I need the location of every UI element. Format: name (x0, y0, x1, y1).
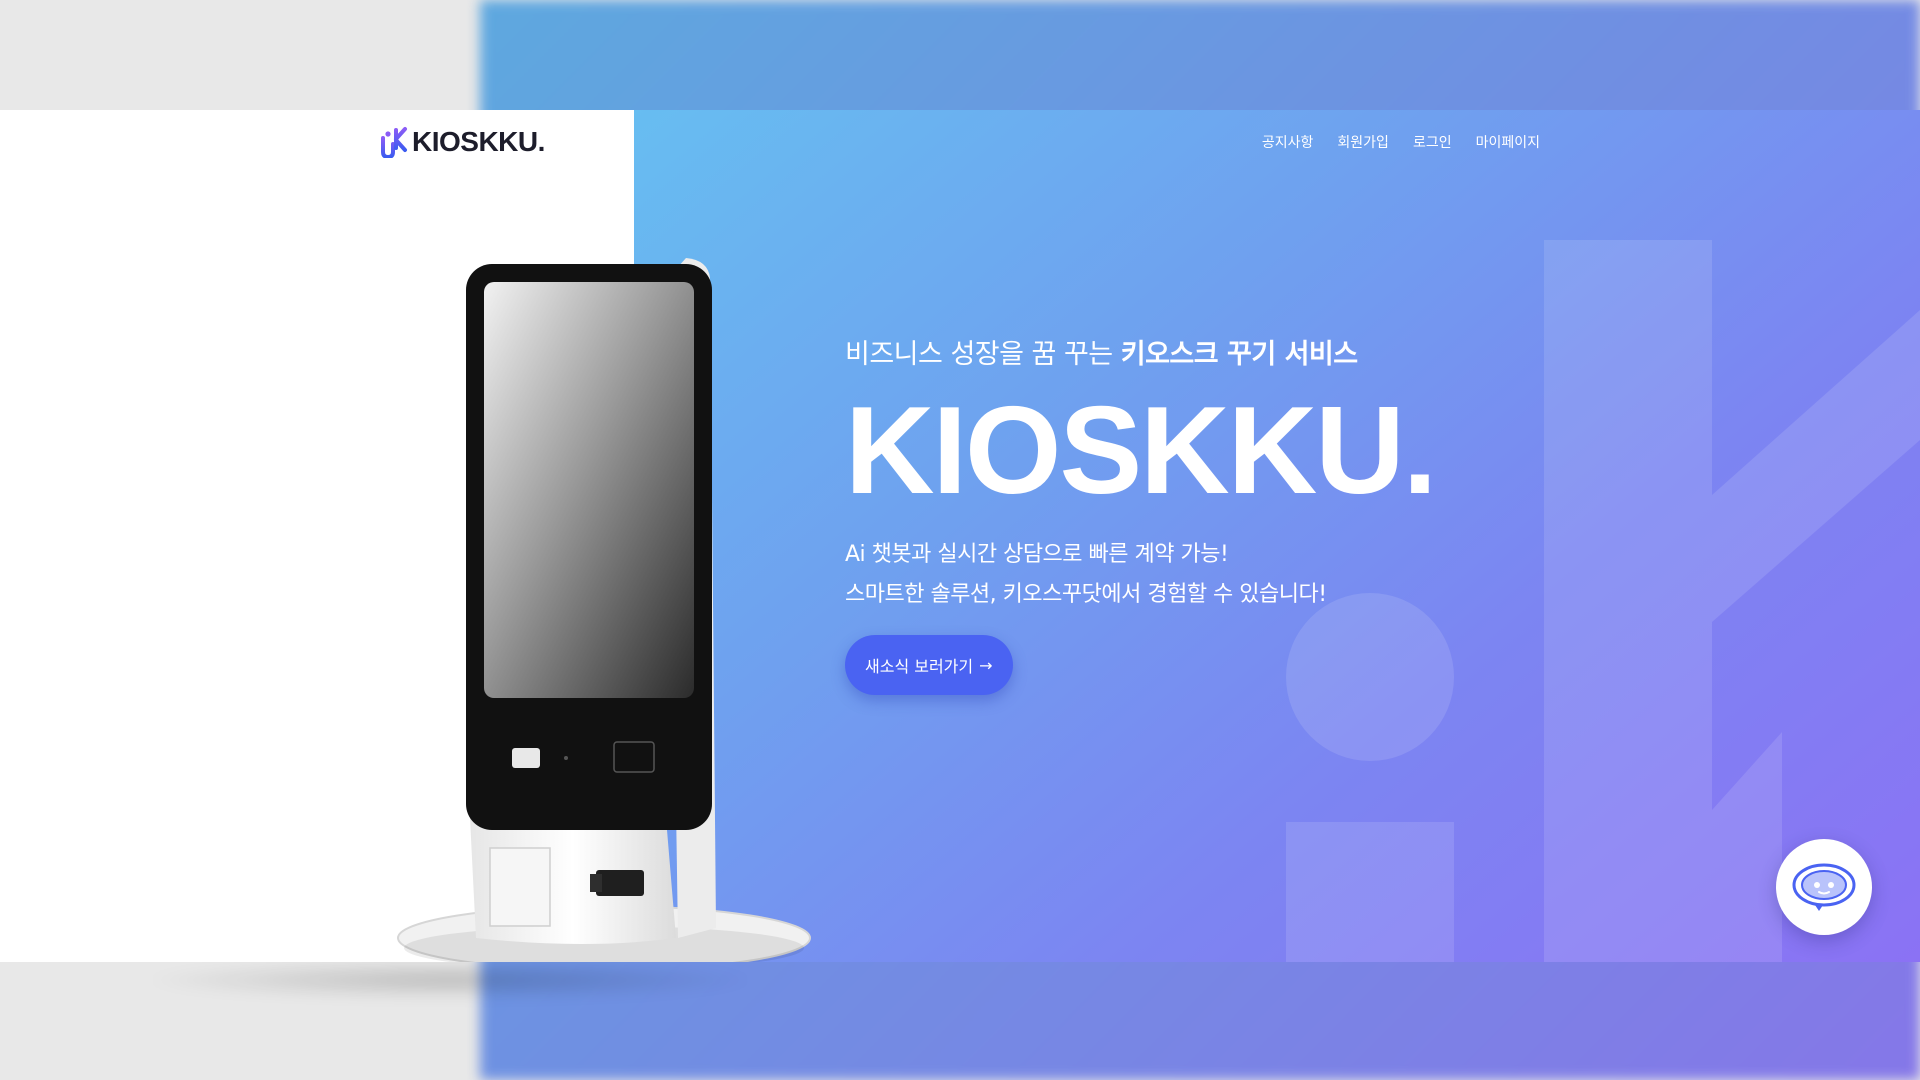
hero-subtitle: 비즈니스 성장을 꿈 꾸는 키오스크 꾸기 서비스 (845, 332, 1435, 371)
kioskku-logo-mark-icon (381, 127, 407, 158)
hero-section: 비즈니스 성장을 꿈 꾸는 키오스크 꾸기 서비스 KIOSKKU. Ai 챗봇… (845, 332, 1437, 695)
hero-description: Ai 챗봇과 실시간 상담으로 빠른 계약 가능! 스마트한 솔루션, 키오스꾸… (845, 535, 1435, 615)
deco-k-stem (1544, 240, 1712, 962)
logo-text: KIOSKKU. (412, 126, 545, 157)
website-frame: KIOSKKU. 공지사항 회원가입 로그인 마이페이지 비즈니스 성장을 꿈 … (0, 110, 1920, 962)
site-logo[interactable]: KIOSKKU. (380, 126, 545, 158)
subtitle-bold: 키오스크 꾸기 서비스 (1120, 339, 1358, 370)
hero-title: KIOSKKU. (845, 382, 1437, 520)
chatbot-button[interactable] (1776, 839, 1872, 935)
deco-square (1286, 822, 1454, 962)
chatbot-icon (1792, 863, 1856, 911)
main-nav: 공지사항 회원가입 로그인 마이페이지 (1262, 132, 1540, 152)
kiosk-illustration (397, 258, 811, 962)
news-cta-button[interactable]: 새소식 보러가기 → (845, 635, 1013, 695)
nav-notice[interactable]: 공지사항 (1262, 132, 1314, 152)
subtitle-plain: 비즈니스 성장을 꿈 꾸는 (845, 339, 1121, 370)
nav-login[interactable]: 로그인 (1413, 132, 1452, 152)
arrow-right-icon: → (979, 655, 993, 675)
cta-label: 새소식 보러가기 (865, 657, 974, 676)
hero-desc-line-2: 스마트한 솔루션, 키오스꾸닷에서 경험할 수 있습니다! (845, 582, 1327, 607)
backdrop-shadow (140, 960, 760, 1000)
nav-signup[interactable]: 회원가입 (1337, 132, 1389, 152)
hero-desc-line-1: Ai 챗봇과 실시간 상담으로 빠른 계약 가능! (845, 542, 1229, 567)
nav-mypage[interactable]: 마이페이지 (1476, 132, 1540, 152)
